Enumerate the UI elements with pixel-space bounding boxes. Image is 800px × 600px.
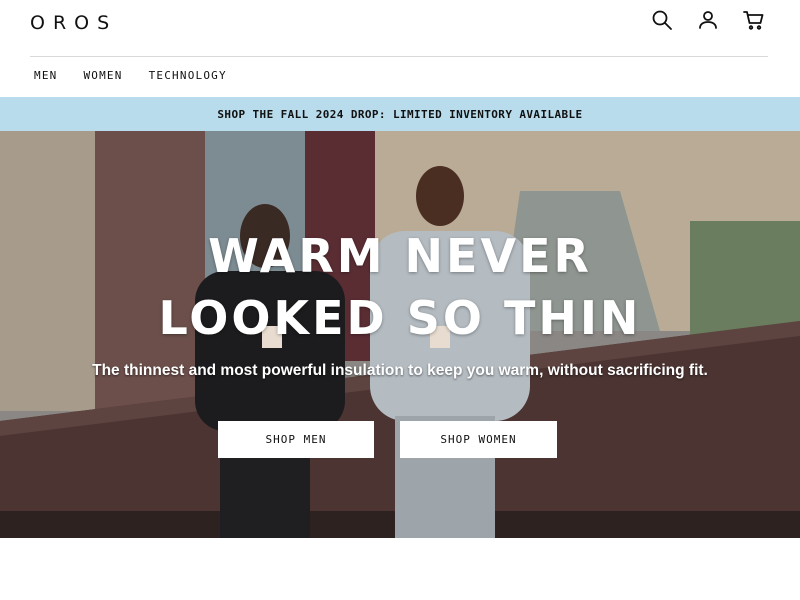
brand-logo[interactable]: OROS xyxy=(30,12,117,34)
account-icon[interactable] xyxy=(694,6,722,34)
hero-title-line-1: WARM NEVER xyxy=(208,229,592,283)
nav-item-technology[interactable]: TECHNOLOGY xyxy=(149,69,227,82)
shop-women-button[interactable]: SHOP WOMEN xyxy=(400,421,557,458)
main-nav: MEN WOMEN TECHNOLOGY xyxy=(34,69,227,82)
hero-title-line-2: LOOKED SO THIN xyxy=(158,291,642,345)
hero-banner: WARM NEVER LOOKED SO THIN The thinnest a… xyxy=(0,131,800,538)
promo-banner[interactable]: SHOP THE FALL 2024 DROP: LIMITED INVENTO… xyxy=(0,97,800,131)
site-header: OROS xyxy=(0,0,800,58)
header-icons xyxy=(648,6,768,34)
search-icon[interactable] xyxy=(648,6,676,34)
cart-icon[interactable] xyxy=(740,6,768,34)
header-divider xyxy=(30,56,768,57)
hero-title: WARM NEVER LOOKED SO THIN xyxy=(0,225,800,349)
nav-item-women[interactable]: WOMEN xyxy=(83,69,122,82)
promo-text: SHOP THE FALL 2024 DROP: LIMITED INVENTO… xyxy=(217,107,583,121)
hero-subtitle: The thinnest and most powerful insulatio… xyxy=(92,362,708,379)
shop-men-button[interactable]: SHOP MEN xyxy=(218,421,374,458)
nav-item-men[interactable]: MEN xyxy=(34,69,57,82)
below-fold-section xyxy=(0,538,800,600)
